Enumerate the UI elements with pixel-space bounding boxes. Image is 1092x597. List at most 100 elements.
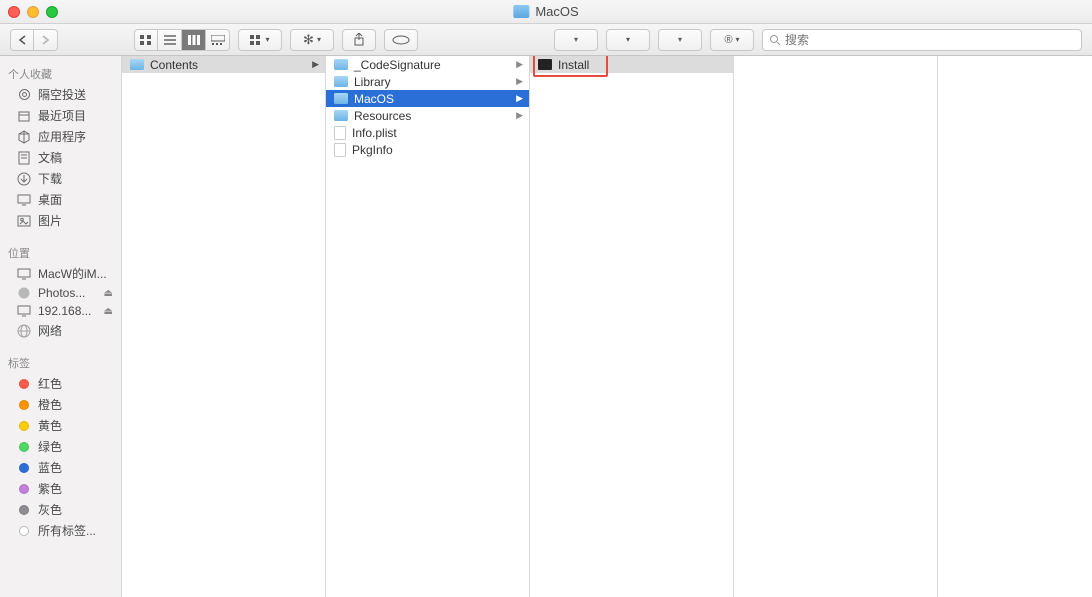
list-view-button[interactable] bbox=[158, 29, 182, 51]
sidebar-item[interactable]: MacW的iM... bbox=[0, 263, 121, 284]
folder-icon bbox=[513, 5, 529, 18]
sidebar-item[interactable]: 隔空投送 bbox=[0, 84, 121, 105]
dropdown-2[interactable]: ▾ bbox=[606, 29, 650, 51]
sidebar-item-label: 桌面 bbox=[38, 191, 62, 208]
sidebar-item[interactable]: 下载 bbox=[0, 168, 121, 189]
folder-icon bbox=[334, 93, 348, 104]
list-item[interactable]: Install bbox=[530, 56, 733, 73]
list-item[interactable]: Info.plist bbox=[326, 124, 529, 141]
sidebar-tag-item[interactable]: 黄色 bbox=[0, 415, 121, 436]
sidebar-tag-item[interactable]: 紫色 bbox=[0, 478, 121, 499]
sidebar-item[interactable]: 应用程序 bbox=[0, 126, 121, 147]
column-view-button[interactable] bbox=[182, 29, 206, 51]
item-label: Library bbox=[354, 75, 391, 89]
folder-icon bbox=[334, 76, 348, 87]
sidebar-item-label: 隔空投送 bbox=[38, 86, 86, 103]
list-item[interactable]: PkgInfo bbox=[326, 141, 529, 158]
sidebar-item[interactable]: 网络 bbox=[0, 320, 121, 341]
disk-icon bbox=[16, 286, 32, 300]
docs-icon bbox=[16, 151, 32, 165]
zoom-button[interactable] bbox=[46, 6, 58, 18]
tag-dot-icon bbox=[19, 379, 29, 389]
desktop-icon bbox=[16, 194, 32, 206]
column[interactable]: _CodeSignature▶Library▶MacOS▶Resources▶I… bbox=[326, 56, 530, 597]
sidebar-item[interactable]: 192.168... ⏏ bbox=[0, 302, 121, 320]
group-dropdown[interactable]: ▾ bbox=[238, 29, 282, 51]
sidebar-item-label: 网络 bbox=[38, 322, 62, 339]
search-input[interactable] bbox=[785, 33, 1075, 47]
folder-icon bbox=[130, 59, 144, 70]
column[interactable]: Contents▶ bbox=[122, 56, 326, 597]
traffic-lights bbox=[8, 6, 58, 18]
chevron-right-icon: ▶ bbox=[312, 59, 319, 70]
search-field[interactable] bbox=[762, 29, 1082, 51]
window-title: MacOS bbox=[513, 4, 578, 19]
icon-view-button[interactable] bbox=[134, 29, 158, 51]
back-button[interactable] bbox=[10, 29, 34, 51]
tag-dot-icon bbox=[19, 484, 29, 494]
sidebar: 个人收藏 隔空投送最近项目应用程序文稿下载桌面图片 位置 MacW的iM...P… bbox=[0, 56, 122, 597]
sidebar-tag-item[interactable]: 红色 bbox=[0, 373, 121, 394]
item-label: PkgInfo bbox=[352, 143, 393, 157]
sidebar-item[interactable]: 最近项目 bbox=[0, 105, 121, 126]
pictures-icon bbox=[16, 215, 32, 227]
sidebar-item-label: 红色 bbox=[38, 375, 62, 392]
sidebar-item[interactable]: 桌面 bbox=[0, 189, 121, 210]
sidebar-item-label: 蓝色 bbox=[38, 459, 62, 476]
action-dropdown[interactable]: ✻▾ bbox=[290, 29, 334, 51]
sidebar-tag-item[interactable]: 绿色 bbox=[0, 436, 121, 457]
forward-button[interactable] bbox=[34, 29, 58, 51]
list-item[interactable]: Contents▶ bbox=[122, 56, 325, 73]
tag-dot-icon bbox=[19, 421, 29, 431]
view-buttons bbox=[134, 29, 230, 51]
sidebar-tag-item[interactable]: 所有标签... bbox=[0, 520, 121, 541]
toolbar: ▾ ✻▾ ▾ ▾ ▾ ®▾ bbox=[0, 24, 1092, 56]
sidebar-item-label: 绿色 bbox=[38, 438, 62, 455]
tag-button[interactable] bbox=[384, 29, 418, 51]
computer-icon bbox=[16, 268, 32, 280]
eject-icon[interactable]: ⏏ bbox=[104, 288, 113, 299]
item-label: Install bbox=[558, 58, 589, 72]
nav-buttons bbox=[10, 29, 58, 51]
gallery-view-button[interactable] bbox=[206, 29, 230, 51]
column[interactable]: Install bbox=[530, 56, 734, 597]
downloads-icon bbox=[16, 172, 32, 186]
folder-icon bbox=[334, 59, 348, 70]
favorites-header: 个人收藏 bbox=[0, 62, 121, 84]
list-item[interactable]: Library ▶ bbox=[326, 73, 529, 90]
share-button[interactable] bbox=[342, 29, 376, 51]
list-item[interactable]: MacOS▶ bbox=[326, 90, 529, 107]
dropdown-4[interactable]: ®▾ bbox=[710, 29, 754, 51]
sidebar-item-label: 应用程序 bbox=[38, 128, 86, 145]
dropdown-1[interactable]: ▾ bbox=[554, 29, 598, 51]
sidebar-item-label: 最近项目 bbox=[38, 107, 86, 124]
apps-icon bbox=[16, 130, 32, 144]
server-icon bbox=[16, 305, 32, 317]
file-icon bbox=[334, 126, 346, 140]
item-label: MacOS bbox=[354, 92, 394, 106]
minimize-button[interactable] bbox=[27, 6, 39, 18]
search-icon bbox=[769, 34, 781, 46]
eject-icon[interactable]: ⏏ bbox=[104, 306, 113, 317]
sidebar-item[interactable]: Photos... ⏏ bbox=[0, 284, 121, 302]
close-button[interactable] bbox=[8, 6, 20, 18]
sidebar-tag-item[interactable]: 灰色 bbox=[0, 499, 121, 520]
sidebar-tag-item[interactable]: 橙色 bbox=[0, 394, 121, 415]
sidebar-item-label: 下载 bbox=[38, 170, 62, 187]
sidebar-item-label: Photos... bbox=[38, 286, 85, 300]
sidebar-item-label: 黄色 bbox=[38, 417, 62, 434]
sidebar-item[interactable]: 文稿 bbox=[0, 147, 121, 168]
list-item[interactable]: Resources▶ bbox=[326, 107, 529, 124]
chevron-right-icon: ▶ bbox=[516, 59, 523, 70]
locations-header: 位置 bbox=[0, 241, 121, 263]
file-icon bbox=[334, 143, 346, 157]
item-label: Resources bbox=[354, 109, 411, 123]
sidebar-item-label: 192.168... bbox=[38, 304, 91, 318]
sidebar-tag-item[interactable]: 蓝色 bbox=[0, 457, 121, 478]
sidebar-item[interactable]: 图片 bbox=[0, 210, 121, 231]
column[interactable] bbox=[734, 56, 938, 597]
list-item[interactable]: _CodeSignature▶ bbox=[326, 56, 529, 73]
sidebar-item-label: 橙色 bbox=[38, 396, 62, 413]
dropdown-3[interactable]: ▾ bbox=[658, 29, 702, 51]
chevron-right-icon: ▶ bbox=[516, 76, 523, 87]
